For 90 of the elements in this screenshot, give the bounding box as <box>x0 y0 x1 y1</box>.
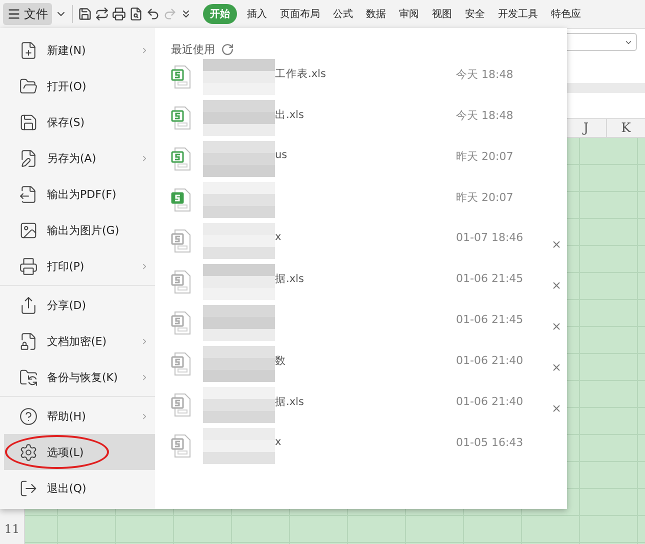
undo-icon[interactable] <box>146 7 160 21</box>
menu-item[interactable]: 选项(L) <box>4 434 155 470</box>
file-plus-icon <box>19 40 38 60</box>
file-name[interactable]: 据.xls <box>275 272 304 286</box>
menu-item[interactable]: 文档加密(E) <box>4 323 155 359</box>
menu-item[interactable]: 保存(S) <box>4 104 155 140</box>
redaction-mosaic <box>203 305 275 341</box>
spreadsheet-file-icon <box>171 270 191 294</box>
print-preview-icon[interactable] <box>129 7 143 21</box>
menu-item[interactable]: 输出为图片(G) <box>4 212 155 248</box>
ribbon-tab[interactable]: 开发工具 <box>494 4 542 24</box>
save-icon[interactable] <box>78 7 92 21</box>
file-name[interactable]: 据.xls <box>275 395 304 409</box>
menu-item[interactable]: 帮助(H) <box>4 398 155 434</box>
ribbon-tab[interactable]: 特色应 <box>547 4 585 24</box>
ribbon-tab[interactable]: 安全 <box>461 4 489 24</box>
redaction-mosaic <box>203 428 275 464</box>
logout-icon <box>19 478 38 498</box>
menu-item[interactable]: 备份与恢复(K) <box>4 359 155 395</box>
file-name[interactable]: x <box>275 436 282 448</box>
menu-item[interactable]: 打印(P) <box>4 248 155 284</box>
menu-item[interactable]: 新建(N) <box>4 32 155 68</box>
file-pen-icon <box>19 148 38 168</box>
menu-item[interactable]: 另存为(A) <box>4 140 155 176</box>
file-name[interactable]: 出.xls <box>275 108 304 122</box>
ribbon-tab[interactable]: 数据 <box>362 4 390 24</box>
redaction-mosaic <box>203 387 275 423</box>
close-icon[interactable] <box>551 239 562 250</box>
spreadsheet-file-icon <box>171 188 191 212</box>
redaction-mosaic <box>203 223 275 259</box>
spreadsheet-file-icon <box>171 393 191 417</box>
printer-icon <box>19 256 38 276</box>
share-icon <box>19 296 38 314</box>
file-time: 今天 18:48 <box>456 108 514 123</box>
menu-item[interactable]: 退出(Q) <box>4 470 155 506</box>
close-icon[interactable] <box>551 403 562 414</box>
help-icon <box>19 406 38 426</box>
ribbon-tab[interactable]: 插入 <box>243 4 271 24</box>
redaction-mosaic <box>203 100 275 136</box>
file-time: 今天 18:48 <box>456 67 514 82</box>
file-time: 01-06 21:45 <box>456 313 524 326</box>
file-name[interactable]: 数 <box>275 354 286 368</box>
image-icon <box>19 220 38 240</box>
spreadsheet-file-icon <box>171 352 191 376</box>
spreadsheet-file-icon <box>171 434 191 458</box>
spreadsheet-file-icon <box>171 106 191 130</box>
ribbon-tab[interactable]: 公式 <box>329 4 357 24</box>
redaction-mosaic <box>203 264 275 300</box>
row-number[interactable]: 11 <box>0 522 24 544</box>
file-name[interactable]: x <box>275 231 282 243</box>
file-time: 昨天 20:07 <box>456 149 514 164</box>
folder-icon <box>19 76 38 96</box>
redaction-mosaic <box>203 141 275 177</box>
menu-icon <box>7 7 21 21</box>
file-output-icon <box>19 184 38 204</box>
file-time: 01-06 21:40 <box>456 354 524 367</box>
file-time: 01-06 21:40 <box>456 395 524 408</box>
file-time: 01-06 21:45 <box>456 272 524 285</box>
spreadsheet-file-icon <box>171 311 191 335</box>
settings-icon <box>19 442 38 462</box>
save-icon <box>19 112 38 132</box>
ribbon-tab[interactable]: 视图 <box>428 4 456 24</box>
close-icon[interactable] <box>551 280 562 291</box>
repeat-icon[interactable] <box>95 7 109 21</box>
file-time: 昨天 20:07 <box>456 190 514 205</box>
redaction-mosaic <box>203 59 275 95</box>
redaction-mosaic <box>203 346 275 382</box>
file-name[interactable]: us <box>275 149 288 161</box>
column-header[interactable]: K <box>606 119 645 137</box>
menu-item[interactable]: 分享(D) <box>4 287 155 323</box>
more-icon[interactable] <box>180 8 192 20</box>
close-icon[interactable] <box>551 321 562 332</box>
spreadsheet-file-icon <box>171 229 191 253</box>
ribbon-tab[interactable]: 审阅 <box>395 4 423 24</box>
file-menu-button[interactable]: 文件 <box>3 3 52 25</box>
file-time: 01-07 18:46 <box>456 231 524 244</box>
recent-heading: 最近使用 <box>171 42 215 57</box>
redaction-mosaic <box>203 182 275 218</box>
spreadsheet-file-icon <box>171 147 191 171</box>
file-time: 01-05 16:43 <box>456 436 524 449</box>
menu-item[interactable]: 打开(O) <box>4 68 155 104</box>
folder-sync-icon <box>19 368 38 386</box>
printer-icon[interactable] <box>112 7 126 21</box>
spreadsheet-file-icon <box>171 65 191 89</box>
ribbon-tab[interactable]: 页面布局 <box>276 4 324 24</box>
file-lock-icon <box>19 332 38 350</box>
close-icon[interactable] <box>551 362 562 373</box>
menu-item[interactable]: 输出为PDF(F) <box>4 176 155 212</box>
refresh-icon[interactable] <box>221 43 234 56</box>
file-name[interactable]: 工作表.xls <box>275 67 326 81</box>
